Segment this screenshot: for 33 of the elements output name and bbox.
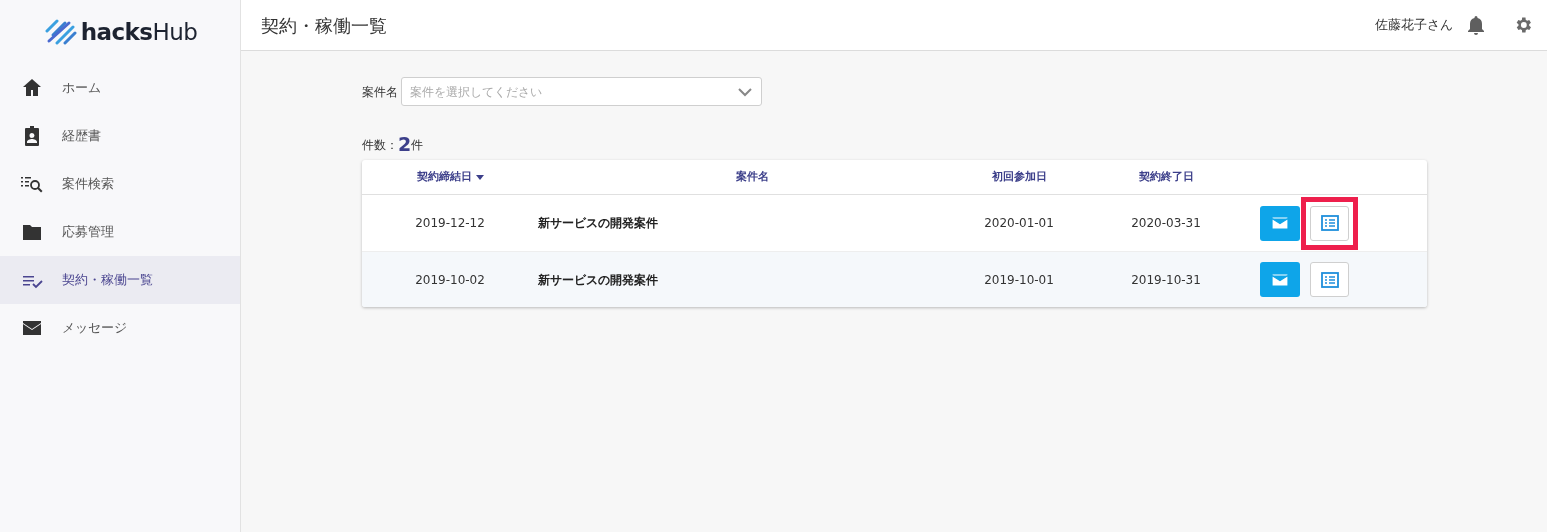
result-count: 件数：2件 [362, 134, 425, 154]
sidebar-item[interactable]: 応募管理 [0, 208, 240, 256]
filter-label: 案件名 [362, 83, 398, 101]
message-button[interactable] [1260, 262, 1300, 297]
column-header[interactable]: 初回参加日 [991, 168, 1047, 186]
column-header[interactable]: 案件名 [735, 168, 769, 186]
page-title: 契約・稼働一覧 [261, 13, 388, 38]
table-cell-text: 2019-10-01 [984, 271, 1054, 289]
table-cell-text: 新サービスの開発案件 [538, 271, 658, 289]
sidebar-item[interactable]: 契約・稼働一覧 [0, 256, 240, 304]
sidebar-item[interactable]: ホーム [0, 64, 240, 112]
table-cell-text: 2020-01-01 [984, 215, 1054, 232]
list-icon [1320, 271, 1339, 288]
user-name[interactable]: 佐藤花子さん [1375, 15, 1453, 35]
detail-button[interactable] [1310, 262, 1349, 297]
table-cell-text: 2019-12-12 [415, 215, 485, 232]
sidebar-item[interactable]: 経歴書 [0, 112, 240, 160]
chevron-down-icon [737, 86, 753, 97]
table-cell-text: 新サービスの開発案件 [538, 215, 658, 232]
list-icon [1320, 215, 1339, 231]
sidebar-item[interactable]: メッセージ [0, 304, 240, 352]
sidebar-item[interactable]: 案件検索 [0, 160, 240, 208]
table-cell-text: 2019-10-31 [1131, 271, 1201, 289]
message-button[interactable] [1260, 205, 1300, 241]
column-header[interactable]: 契約締結日 [416, 168, 472, 186]
detail-button[interactable] [1310, 205, 1349, 241]
table-cell-text: 2020-03-31 [1131, 215, 1201, 232]
mail-icon [1271, 272, 1289, 287]
mail-icon [1271, 216, 1289, 230]
table-cell-text: 2019-10-02 [415, 271, 485, 289]
logo-text: hacksHub [80, 17, 198, 47]
bell-icon[interactable] [1467, 15, 1485, 35]
column-header[interactable]: 契約終了日 [1138, 168, 1194, 186]
